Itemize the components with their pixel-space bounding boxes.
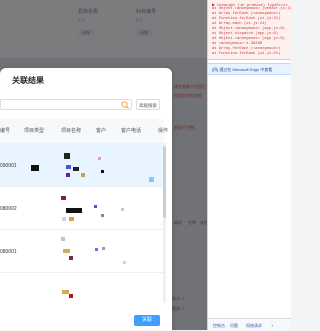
redacted-block xyxy=(101,170,104,173)
advanced-search-button[interactable]: 高级搜索 xyxy=(136,99,160,110)
console-error-line[interactable]: at Object.<anonymous> (vendor.js:1) xyxy=(212,7,292,11)
console-error-line[interactable]: at Object.<anonymous> (app.js:8) xyxy=(212,27,285,31)
redacted-block xyxy=(81,173,85,177)
console-error-block: ▶ Uncaught (in promise) TypeError at Obj… xyxy=(208,0,292,60)
console-error-line[interactable]: at Function.forEach (ui.js:21) xyxy=(212,17,280,21)
row-code: 090001 xyxy=(0,163,17,169)
column-header-actions[interactable]: 操作 xyxy=(158,127,168,134)
redacted-block xyxy=(102,247,105,250)
search-input[interactable] xyxy=(0,99,132,110)
redacted-block xyxy=(66,208,82,213)
search-row: 高级搜索 xyxy=(0,99,172,112)
column-header-project-name[interactable]: 项目名称 xyxy=(61,127,81,134)
console-error-line[interactable]: at Object.<anonymous> (app.js:9) xyxy=(212,37,285,41)
redacted-block xyxy=(95,248,98,251)
table-row[interactable]: 080001 xyxy=(0,229,164,273)
column-header-customer[interactable]: 客户 xyxy=(96,127,106,134)
add-tab-button[interactable]: + xyxy=(271,323,273,328)
console-error-line[interactable]: at Array.each (ui.js:21) xyxy=(212,22,267,26)
console-info-banner[interactable]: [四] 通过在 Microsoft Edge 中查看 xyxy=(208,63,291,75)
devtools-bottom-tabs: 控制台 问题 网络请求 + xyxy=(208,318,291,331)
table-row[interactable]: 080002 xyxy=(0,186,164,230)
modal-title: 关联结果 xyxy=(12,76,44,85)
console-error-line[interactable]: at Object.dispatch (app.js:8) xyxy=(212,32,278,36)
redacted-block xyxy=(98,157,101,160)
redacted-block xyxy=(66,165,71,169)
table-header: 编号 项目类型 项目名称 客户 客户电话 操作 xyxy=(0,119,168,144)
redacted-block xyxy=(149,177,154,182)
row-code: 080002 xyxy=(0,206,17,212)
redacted-block xyxy=(69,217,74,221)
console-error-line[interactable]: at Array.forEach (<anonymous>) xyxy=(212,12,280,16)
tab-network[interactable]: 网络请求 xyxy=(246,323,262,329)
redacted-block xyxy=(63,249,70,253)
confirm-button[interactable]: 关联 xyxy=(134,315,160,326)
redacted-block xyxy=(61,237,65,241)
column-header-code[interactable]: 编号 xyxy=(0,127,10,134)
tab-console[interactable]: 控制台 xyxy=(213,323,225,329)
redacted-block xyxy=(61,196,66,200)
redacted-block xyxy=(31,165,39,171)
redacted-block xyxy=(123,261,126,264)
console-error-line[interactable]: at Array.forEach (<anonymous>) xyxy=(212,47,280,51)
row-code: 080001 xyxy=(0,249,17,255)
redacted-block xyxy=(94,205,97,208)
redacted-block xyxy=(121,208,124,211)
table-row[interactable] xyxy=(0,272,164,306)
table-scrollbar-thumb[interactable] xyxy=(163,146,166,218)
column-header-phone[interactable]: 客户电话 xyxy=(121,127,141,134)
console-error-line[interactable]: at <anonymous>:1:39298 xyxy=(212,42,262,46)
redacted-block xyxy=(101,214,104,217)
console-error-line[interactable]: at Function.forEach (ui.js:21) xyxy=(212,52,280,56)
association-modal: 关联结果 高级搜索 编号 项目类型 项目名称 客户 客户电话 操作 090001… xyxy=(0,68,172,331)
devtools-panel: ▶ Uncaught (in promise) TypeError at Obj… xyxy=(207,0,292,331)
redacted-block xyxy=(69,256,73,260)
column-header-project-type[interactable]: 项目类型 xyxy=(24,127,44,134)
redacted-block xyxy=(73,167,79,171)
redacted-block xyxy=(66,173,70,177)
search-icon[interactable] xyxy=(120,100,130,110)
tab-issues[interactable]: 问题 xyxy=(230,323,238,329)
table-row[interactable]: 090001 xyxy=(0,143,164,187)
redacted-block xyxy=(69,294,73,298)
redacted-block xyxy=(62,290,69,294)
redacted-block xyxy=(62,217,66,221)
redacted-block xyxy=(64,153,70,159)
